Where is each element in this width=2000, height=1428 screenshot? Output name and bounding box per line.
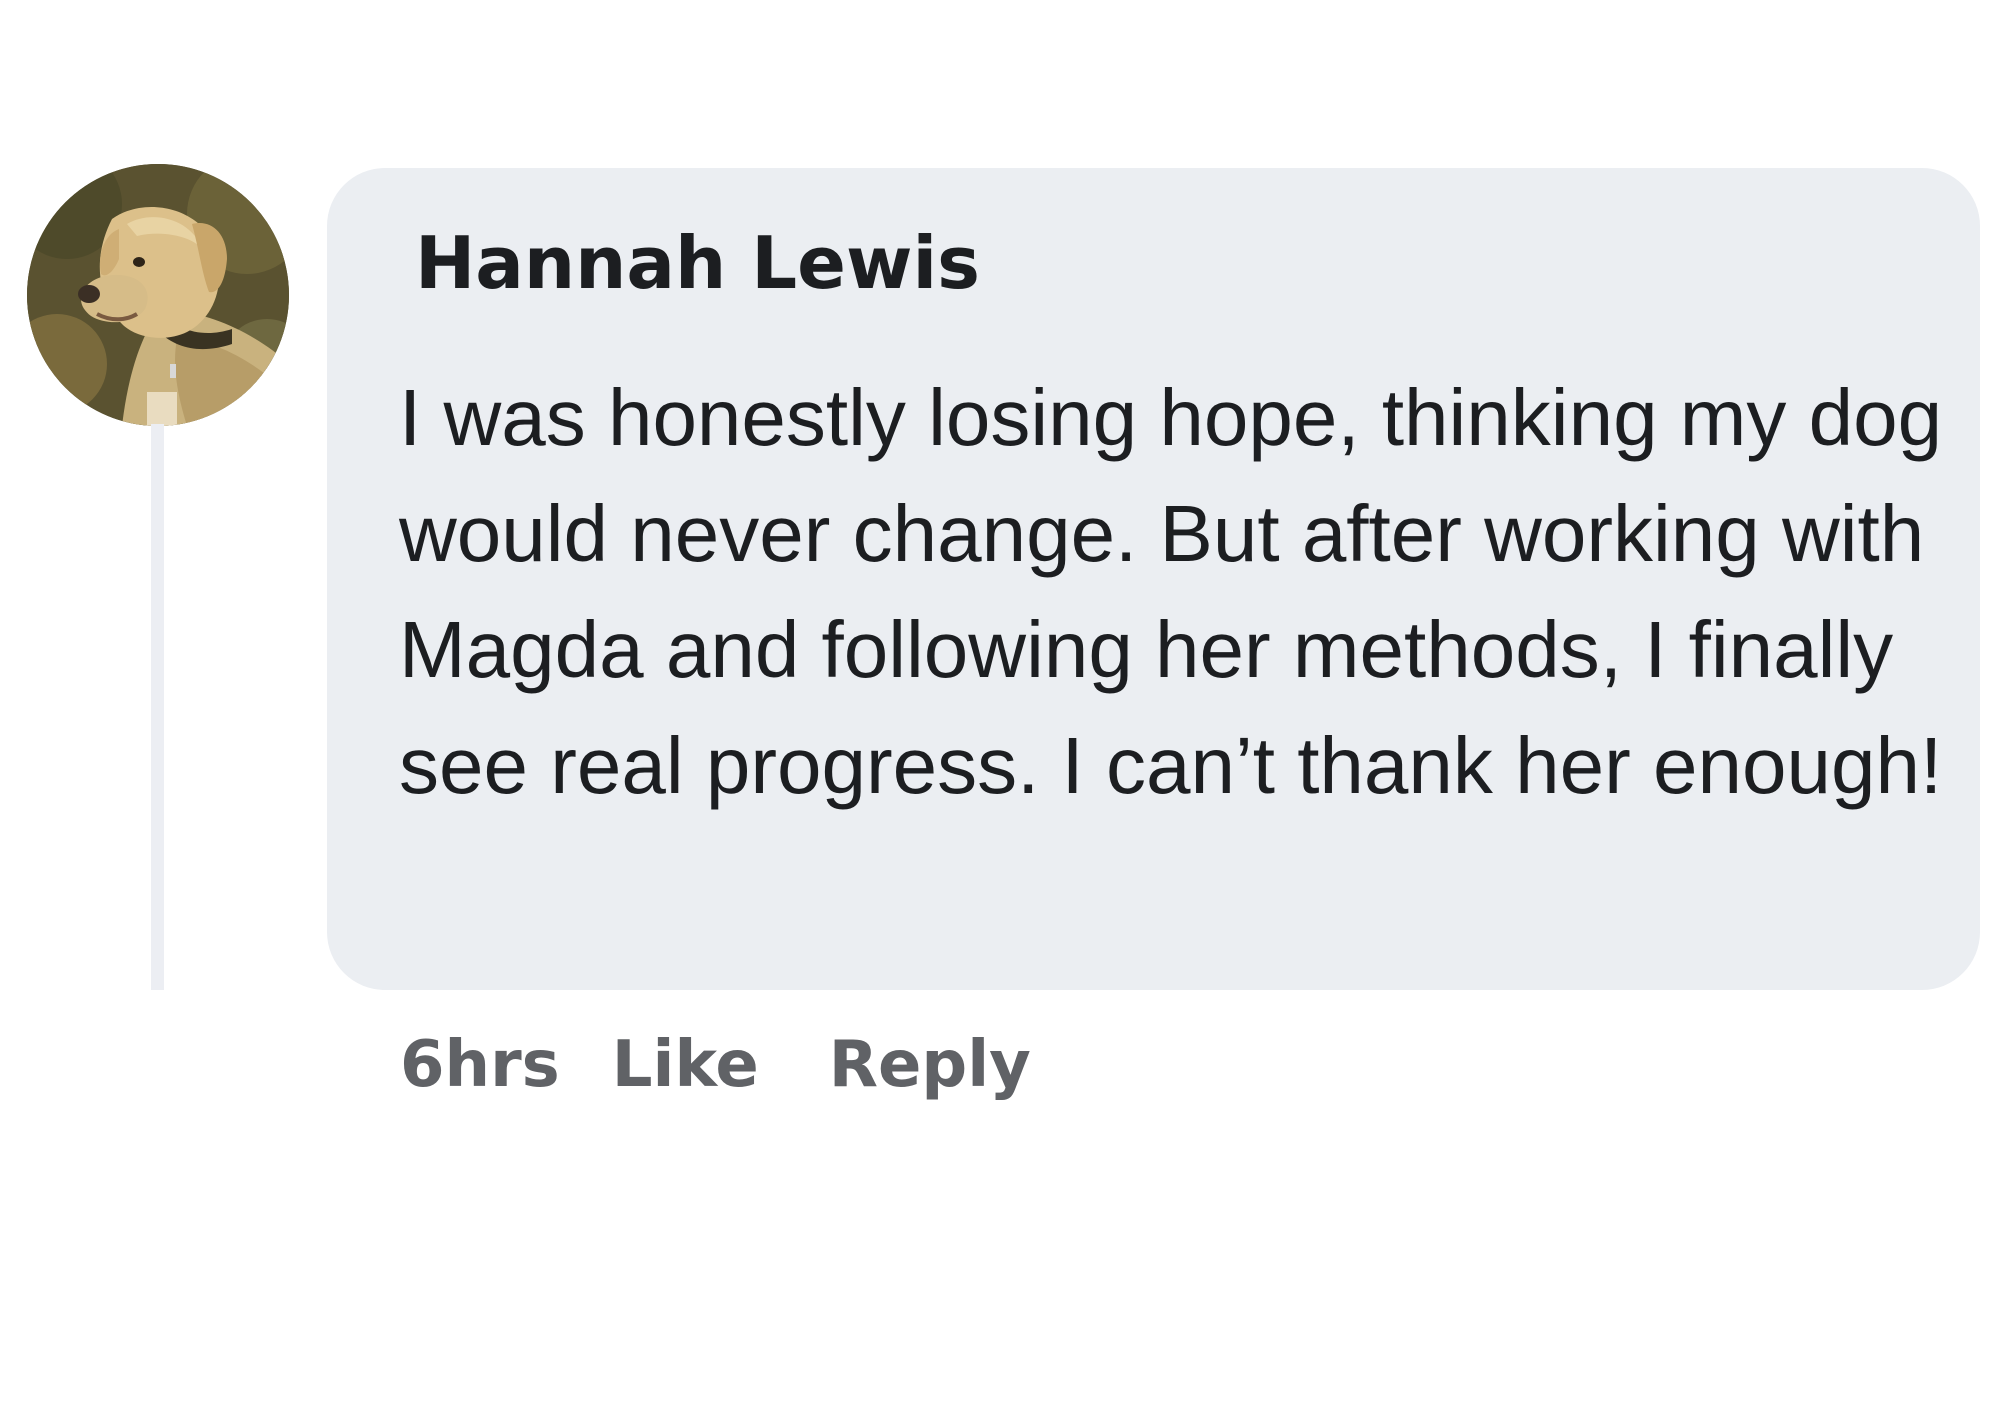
comment-author[interactable]: Hannah Lewis [415,220,980,306]
comment-bubble: Hannah Lewis I was honestly losing hope,… [327,168,1980,990]
reply-button[interactable]: Reply [829,1028,1031,1102]
dog-avatar-icon [27,164,289,426]
comment-text: I was honestly losing hope, thinking my … [399,373,1943,810]
like-button[interactable]: Like [612,1028,759,1102]
comment-timestamp[interactable]: 6hrs [400,1028,560,1102]
comment-actions: 6hrs Like Reply [400,1028,1031,1102]
avatar[interactable] [27,164,289,426]
thread-line [151,424,164,990]
